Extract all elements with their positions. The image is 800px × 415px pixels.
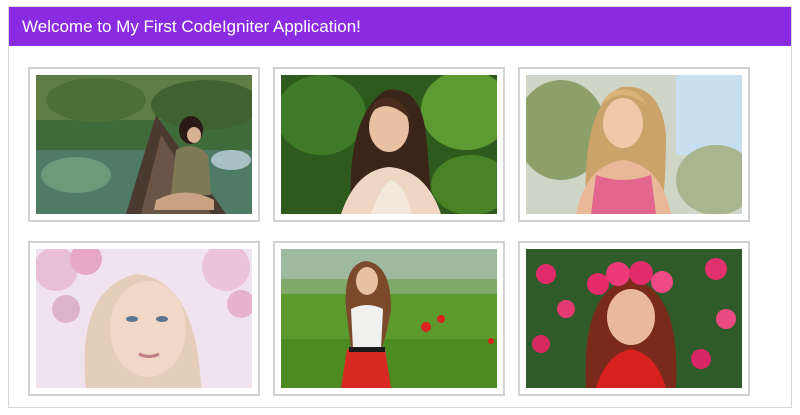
gallery-item-5[interactable] <box>273 241 505 396</box>
gallery-item-1[interactable] <box>28 67 260 222</box>
app-window: Welcome to My First CodeIgniter Applicat… <box>8 6 792 408</box>
photo-woman-brown-hair-forest[interactable] <box>281 75 497 214</box>
photo-woman-cherry-blossom[interactable] <box>36 249 252 388</box>
page-header: Welcome to My First CodeIgniter Applicat… <box>9 7 791 46</box>
gallery-item-3[interactable] <box>518 67 750 222</box>
page-title: Welcome to My First CodeIgniter Applicat… <box>22 17 361 36</box>
photo-woman-blonde-pink-top[interactable] <box>526 75 742 214</box>
gallery-item-6[interactable] <box>518 241 750 396</box>
gallery-item-4[interactable] <box>28 241 260 396</box>
photo-girl-flower-crown[interactable] <box>526 249 742 388</box>
gallery-item-2[interactable] <box>273 67 505 222</box>
photo-woman-on-boat[interactable] <box>36 75 252 214</box>
photo-girl-poppy-field[interactable] <box>281 249 497 388</box>
